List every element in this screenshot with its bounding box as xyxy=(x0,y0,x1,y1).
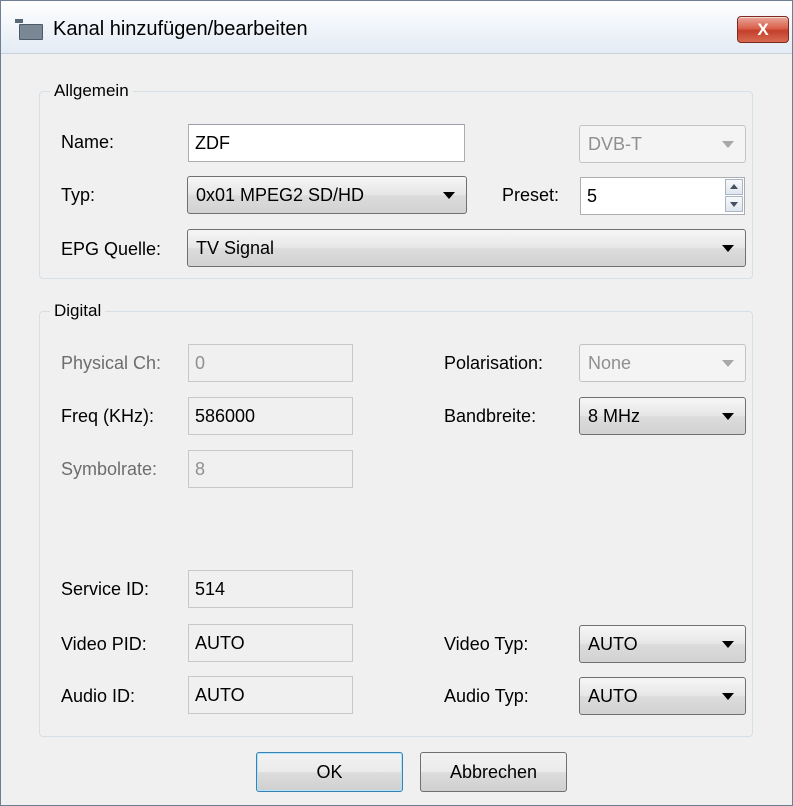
freq-field[interactable]: 586000 xyxy=(188,397,353,435)
freq-label: Freq (KHz): xyxy=(61,406,155,426)
service-id-label: Service ID: xyxy=(61,579,150,599)
audio-typ-select-value: AUTO xyxy=(588,686,638,706)
audio-id-label: Audio ID: xyxy=(61,686,136,706)
name-label: Name: xyxy=(61,132,115,152)
polarisation-select-value: None xyxy=(588,353,632,373)
epg-source-select[interactable]: TV Signal xyxy=(187,229,746,267)
epg-select-value: TV Signal xyxy=(196,238,275,258)
video-typ-select[interactable]: AUTO xyxy=(579,625,746,663)
preset-label: Preset: xyxy=(502,185,560,205)
group-digital-legend: Digital xyxy=(54,301,102,320)
audio-typ-select[interactable]: AUTO xyxy=(579,677,746,715)
cancel-button[interactable]: Abbrechen xyxy=(420,752,567,792)
window-title: Kanal hinzufügen/bearbeiten xyxy=(53,18,308,40)
typ-select[interactable]: 0x01 MPEG2 SD/HD xyxy=(187,176,467,214)
typ-label: Typ: xyxy=(61,185,96,205)
chevron-down-icon xyxy=(722,413,734,420)
name-input[interactable]: ZDF xyxy=(188,124,465,162)
spinner-arrows-icon xyxy=(725,179,743,213)
typ-select-value: 0x01 MPEG2 SD/HD xyxy=(196,185,365,205)
physical-ch-field: 0 xyxy=(188,344,353,382)
chevron-down-icon xyxy=(443,192,455,199)
bandbreite-select[interactable]: 8 MHz xyxy=(579,397,746,435)
video-typ-label: Video Typ: xyxy=(444,634,529,654)
chevron-down-icon xyxy=(722,360,734,367)
physical-ch-label: Physical Ch: xyxy=(61,353,162,373)
audio-id-field[interactable]: AUTO xyxy=(188,676,353,714)
epg-label: EPG Quelle: xyxy=(61,239,162,259)
chevron-down-icon xyxy=(722,693,734,700)
video-typ-select-value: AUTO xyxy=(588,634,638,654)
tv-tuner-icon xyxy=(15,19,43,40)
preset-stepper[interactable]: 5 xyxy=(580,177,745,215)
source-select-value: DVB-T xyxy=(588,134,642,154)
video-pid-field[interactable]: AUTO xyxy=(188,624,353,662)
close-icon: X xyxy=(757,19,769,39)
title-bar[interactable]: Kanal hinzufügen/bearbeiten X xyxy=(1,1,792,54)
preset-increment-button[interactable] xyxy=(725,179,743,195)
audio-typ-label: Audio Typ: xyxy=(444,686,529,706)
group-allgemein-legend: Allgemein xyxy=(54,81,129,100)
source-select: DVB-T xyxy=(579,125,746,163)
chevron-down-icon xyxy=(722,245,734,252)
bandbreite-label: Bandbreite: xyxy=(444,406,537,426)
symbolrate-label: Symbolrate: xyxy=(61,459,158,479)
ok-button[interactable]: OK xyxy=(256,752,403,792)
chevron-down-icon xyxy=(722,641,734,648)
polarisation-select: None xyxy=(579,344,746,382)
dialog-window: Kanal hinzufügen/bearbeiten X Allgemein … xyxy=(0,0,793,806)
preset-value: 5 xyxy=(587,186,598,206)
video-pid-label: Video PID: xyxy=(61,634,147,654)
close-button[interactable]: X xyxy=(737,16,789,43)
service-id-field[interactable]: 514 xyxy=(188,570,353,608)
preset-decrement-button[interactable] xyxy=(725,196,743,212)
bandbreite-select-value: 8 MHz xyxy=(588,406,641,426)
polarisation-label: Polarisation: xyxy=(444,353,544,373)
chevron-down-icon xyxy=(722,141,734,148)
symbolrate-field: 8 xyxy=(188,450,353,488)
